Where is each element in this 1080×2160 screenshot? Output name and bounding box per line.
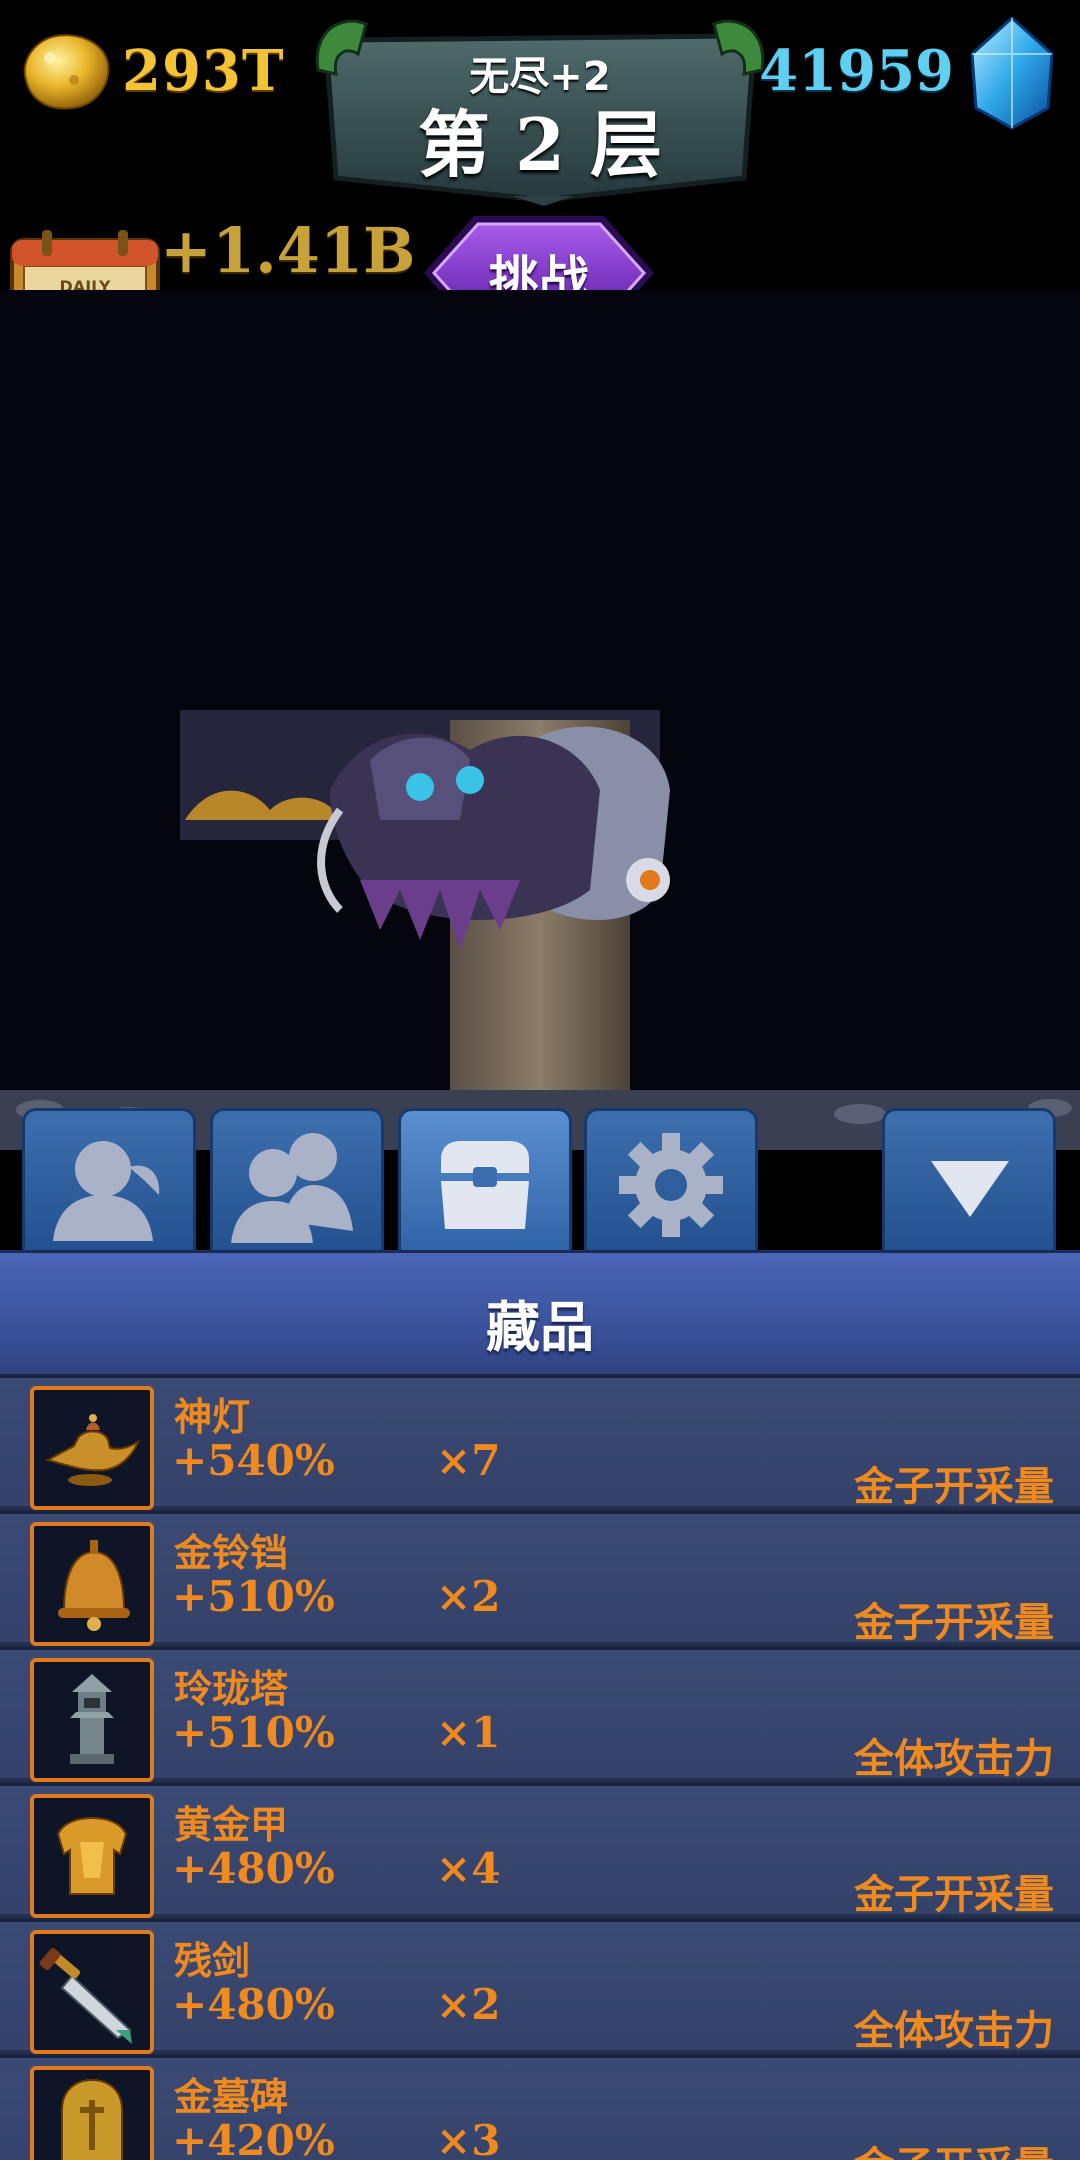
item-count: ×1 — [436, 1708, 501, 1757]
item-thumbnail — [30, 1658, 154, 1782]
item-thumbnail — [30, 1386, 154, 1510]
item-bonus: +420% — [172, 2116, 335, 2160]
magic-lamp-icon — [45, 1414, 141, 1486]
collection-row[interactable]: 黄金甲 +480% ×4 金子开采量 — [0, 1782, 1080, 1918]
item-thumbnail — [30, 1930, 154, 2054]
collection-row[interactable]: 玲珑塔 +510% ×1 全体攻击力 — [0, 1646, 1080, 1782]
collection-row[interactable]: 金墓碑 +420% ×3 金子开采量 — [0, 2054, 1080, 2160]
item-count: ×2 — [436, 1980, 501, 2029]
allies-icon — [231, 1133, 353, 1243]
panel-title: 藏品 — [486, 1296, 594, 1359]
item-thumbnail — [30, 1794, 154, 1918]
collection-row[interactable]: 金铃铛 +510% ×2 金子开采量 — [0, 1510, 1080, 1646]
offline-gold-amount: +1.41B — [160, 214, 416, 287]
item-bonus: +540% — [172, 1436, 335, 1485]
gold-amount: 293T — [122, 38, 285, 104]
item-count: ×4 — [436, 1844, 501, 1893]
item-name: 残剑 — [174, 1939, 251, 1983]
gem-amount: 41959 — [759, 38, 954, 104]
item-count: ×7 — [436, 1436, 501, 1485]
golden-tombstone-icon — [61, 2078, 123, 2160]
item-effect: 金子开采量 — [854, 2134, 1054, 2160]
tab-collection[interactable] — [398, 1108, 572, 1254]
collection-list[interactable]: 神灯 +540% ×7 金子开采量 金铃铛 +510% ×2 金子开采量 玲珑塔… — [0, 1374, 1080, 2160]
collection-row[interactable]: 残剑 +480% ×2 全体攻击力 — [0, 1918, 1080, 2054]
mine-scene — [0, 290, 1080, 1150]
item-name: 金墓碑 — [174, 2075, 289, 2119]
tab-settings[interactable] — [584, 1108, 758, 1254]
tab-allies[interactable] — [210, 1108, 384, 1254]
item-name: 黄金甲 — [174, 1803, 289, 1847]
item-bonus: +510% — [172, 1708, 335, 1757]
item-effect: 金子开采量 — [854, 1464, 1054, 1510]
item-thumbnail — [30, 2066, 154, 2160]
treasure-chest-icon — [441, 1141, 529, 1229]
item-count: ×2 — [436, 1572, 501, 1621]
golden-armor-icon — [56, 1816, 128, 1895]
item-effect: 全体攻击力 — [854, 1736, 1054, 1782]
tab-hero[interactable] — [22, 1108, 196, 1254]
item-name: 玲珑塔 — [174, 1667, 289, 1711]
broken-sword-icon — [39, 1947, 132, 2044]
golden-bell-icon — [58, 1540, 130, 1631]
collapse-panel-button[interactable] — [882, 1108, 1056, 1254]
collapse-arrow-icon — [931, 1161, 1009, 1217]
item-thumbnail — [30, 1522, 154, 1646]
gear-icon — [619, 1133, 723, 1237]
item-name: 神灯 — [174, 1395, 251, 1439]
collection-row[interactable]: 神灯 +540% ×7 金子开采量 — [0, 1374, 1080, 1510]
item-effect: 全体攻击力 — [854, 2008, 1054, 2054]
floor-number-label: 第 2 层 — [417, 102, 663, 187]
gold-nugget-icon — [23, 34, 110, 110]
item-bonus: +510% — [172, 1572, 335, 1621]
hero-icon — [53, 1141, 160, 1241]
blue-crystal-icon — [970, 15, 1054, 130]
stone-pagoda-icon — [70, 1674, 114, 1764]
item-count: ×3 — [436, 2116, 501, 2160]
item-effect: 金子开采量 — [854, 1872, 1054, 1918]
item-bonus: +480% — [172, 1980, 335, 2029]
item-name: 金铃铛 — [174, 1531, 289, 1575]
item-bonus: +480% — [172, 1844, 335, 1893]
item-effect: 金子开采量 — [854, 1600, 1054, 1646]
